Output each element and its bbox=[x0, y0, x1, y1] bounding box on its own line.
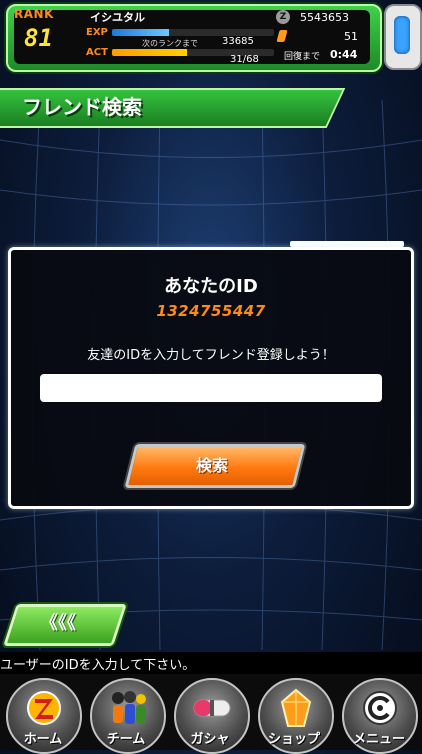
search-button-label[interactable]: 検索 bbox=[130, 452, 294, 476]
dragon-stone-value: 51 bbox=[344, 30, 358, 43]
capsule-icon bbox=[190, 688, 234, 728]
act-label: ACT bbox=[86, 47, 108, 58]
nav-home-label[interactable]: ホーム bbox=[0, 728, 86, 747]
act-value: 31/68 bbox=[230, 54, 259, 65]
your-id-label: あなたのID bbox=[164, 276, 258, 297]
team-characters-icon bbox=[106, 688, 150, 728]
your-id-value: 1324755447 bbox=[156, 302, 266, 320]
hint-text: ユーザーのIDを入力して下さい。 bbox=[0, 658, 196, 673]
exp-to-next: 33685 bbox=[222, 36, 254, 47]
nav-menu-label[interactable]: メニュー bbox=[336, 728, 422, 747]
scouter-icon[interactable] bbox=[384, 4, 422, 70]
recover-label: 回復まで bbox=[284, 52, 321, 62]
nav-shop-label[interactable]: ショップ bbox=[251, 728, 337, 747]
next-rank-label: 次のランクまで bbox=[142, 39, 198, 48]
exp-bar-fill bbox=[112, 29, 169, 36]
page-title: フレンド検索 bbox=[22, 95, 142, 119]
player-name: イシユタル bbox=[90, 11, 145, 24]
rank-value: 81 bbox=[24, 24, 53, 52]
exp-bar bbox=[112, 29, 274, 36]
zeni-value: 5543653 bbox=[300, 11, 349, 24]
exp-label: EXP bbox=[86, 27, 108, 38]
back-arrows-icon[interactable]: 《《《 bbox=[40, 609, 76, 635]
friend-id-input[interactable] bbox=[40, 374, 382, 402]
z-logo-icon bbox=[22, 688, 66, 728]
search-prompt: 友達のIDを入力してフレンド登録しよう！ bbox=[87, 348, 335, 363]
recover-time: 0:44 bbox=[330, 48, 358, 61]
capsule-corp-icon bbox=[358, 688, 402, 728]
rank-label: RANK bbox=[14, 7, 54, 21]
dragon-stone-icon bbox=[274, 688, 318, 728]
zeni-icon: Z bbox=[276, 10, 290, 24]
nav-gacha-label[interactable]: ガシャ bbox=[167, 728, 253, 747]
act-bar-fill bbox=[112, 49, 187, 56]
nav-team-label[interactable]: チーム bbox=[83, 728, 169, 747]
